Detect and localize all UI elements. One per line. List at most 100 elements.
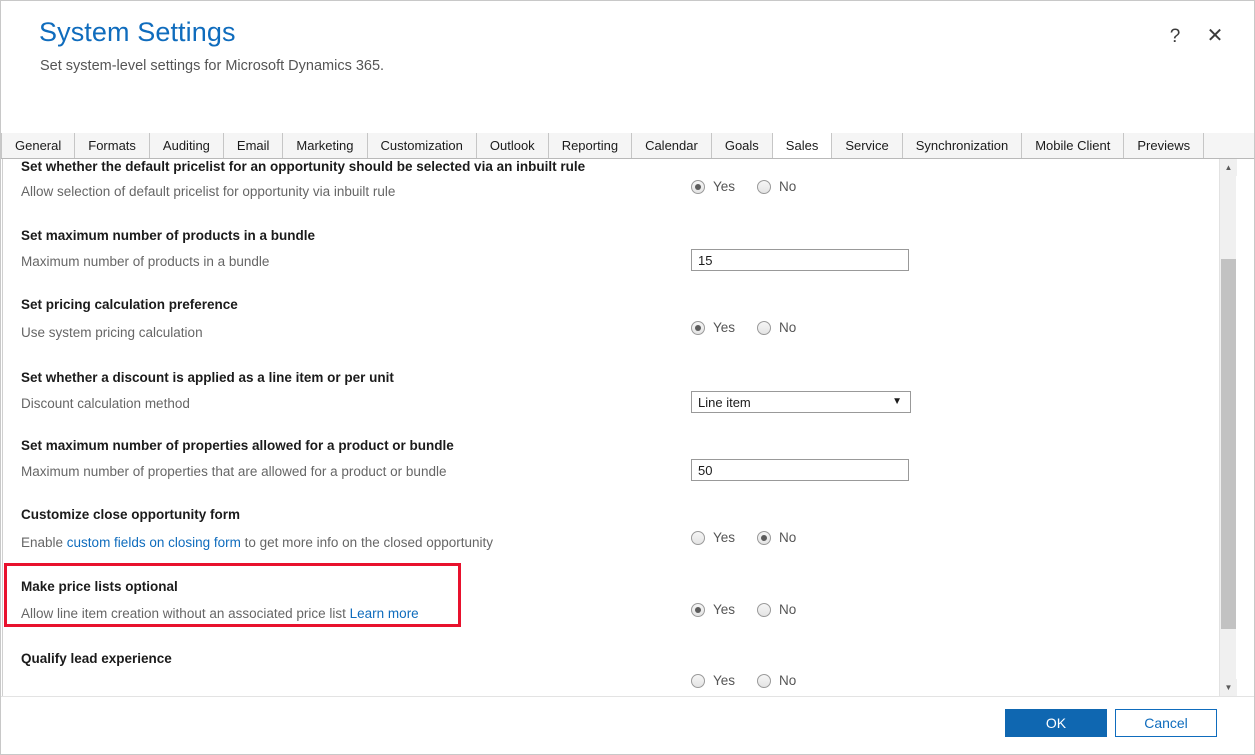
radio-group: Yes No	[691, 602, 796, 617]
number-input[interactable]	[691, 249, 909, 271]
setting-heading: Set maximum number of properties allowed…	[21, 438, 454, 453]
dropdown-selected-value: Line item	[698, 394, 751, 410]
help-icon[interactable]: ?	[1164, 25, 1186, 47]
cancel-button[interactable]: Cancel	[1115, 709, 1217, 737]
radio-label: Yes	[713, 673, 736, 688]
radio-label: Yes	[713, 602, 736, 617]
setting-row: Qualify lead experience Yes No	[3, 159, 1217, 688]
scrollbar-thumb[interactable]	[1221, 259, 1236, 629]
page-subtitle: Set system-level settings for Microsoft …	[40, 58, 385, 74]
radio-option-yes[interactable]: Yes	[691, 673, 735, 688]
tab-outlook[interactable]: Outlook	[476, 133, 549, 158]
radio-label: Yes	[713, 530, 736, 545]
radio-option-no[interactable]: No	[757, 602, 796, 617]
setting-control: Yes No	[691, 320, 796, 335]
radio-yes-icon[interactable]	[691, 602, 705, 617]
radio-yes-icon[interactable]	[691, 320, 705, 335]
setting-description: Enable custom fields on closing form to …	[21, 535, 493, 550]
setting-control: Yes No	[691, 530, 796, 545]
radio-label: No	[779, 673, 797, 688]
setting-control: Yes No	[691, 673, 796, 688]
tab-synchronization[interactable]: Synchronization	[902, 133, 1023, 158]
radio-label: No	[779, 530, 797, 545]
description-text-after: to get more info on the closed opportuni…	[240, 535, 494, 550]
tab-email[interactable]: Email	[223, 133, 284, 158]
setting-control	[691, 459, 909, 481]
page-title: System Settings	[39, 17, 236, 47]
tab-auditing[interactable]: Auditing	[149, 133, 224, 158]
setting-control: Yes No	[691, 602, 796, 617]
dropdown-select[interactable]: Line item ▼	[691, 391, 911, 413]
tab-label: Goals	[724, 138, 759, 153]
chevron-down-icon[interactable]: ▼	[892, 397, 902, 407]
tab-label: Email	[236, 138, 270, 153]
radio-option-no[interactable]: No	[757, 320, 796, 335]
radio-label: No	[779, 320, 797, 335]
description-link[interactable]: custom fields on closing form	[67, 535, 241, 550]
tab-goals[interactable]: Goals	[711, 133, 773, 158]
radio-option-yes[interactable]: Yes	[691, 530, 735, 545]
setting-heading: Qualify lead experience	[21, 651, 172, 666]
setting-control	[691, 249, 909, 271]
radio-option-no[interactable]: No	[757, 673, 796, 688]
radio-no-icon[interactable]	[757, 602, 772, 617]
tab-general[interactable]: General	[1, 133, 76, 158]
scroll-down-arrow-icon[interactable]: ▼	[1220, 679, 1237, 696]
settings-scroll-viewport: Set whether the default pricelist for an…	[3, 159, 1217, 696]
tab-label: Formats	[88, 138, 136, 153]
tab-calendar[interactable]: Calendar	[632, 133, 712, 158]
tab-label: Service	[845, 138, 889, 153]
settings-content-panel: Set whether the default pricelist for an…	[2, 159, 1237, 696]
radio-no-icon[interactable]	[757, 673, 772, 688]
radio-no-icon[interactable]	[757, 320, 772, 335]
tab-label: Mobile Client	[1035, 138, 1111, 153]
scroll-up-arrow-icon[interactable]: ▲	[1220, 159, 1237, 176]
tab-label: Marketing	[296, 138, 354, 153]
tab-label: Previews	[1137, 138, 1191, 153]
radio-yes-icon[interactable]	[691, 673, 705, 688]
radio-yes-icon[interactable]	[691, 530, 705, 545]
number-input[interactable]	[691, 459, 909, 481]
dialog-footer: OK Cancel	[1, 696, 1254, 754]
content-scrollbar[interactable]: ▲ ▼	[1219, 159, 1237, 696]
tab-label: Reporting	[561, 138, 619, 153]
radio-no-icon[interactable]	[757, 530, 772, 545]
tab-label: General	[15, 138, 62, 153]
system-settings-dialog: System Settings Set system-level setting…	[0, 0, 1255, 755]
tab-label: Calendar	[645, 138, 698, 153]
radio-option-yes[interactable]: Yes	[691, 320, 735, 335]
tab-mobile-client[interactable]: Mobile Client	[1022, 133, 1125, 158]
tab-label: Customization	[380, 138, 463, 153]
setting-heading: Set maximum number of products in a bund…	[21, 228, 316, 243]
tab-marketing[interactable]: Marketing	[283, 133, 368, 158]
description-text-before: Enable	[21, 535, 67, 550]
tab-label: Outlook	[489, 138, 535, 153]
description-link[interactable]: Learn more	[350, 606, 419, 621]
tab-label: Sales	[785, 138, 819, 153]
description-text-before: Allow line item creation without an asso…	[21, 606, 350, 621]
setting-heading: Set whether a discount is applied as a l…	[21, 370, 394, 385]
tab-formats[interactable]: Formats	[75, 133, 150, 158]
setting-description: Allow line item creation without an asso…	[21, 606, 419, 621]
tab-sales[interactable]: Sales	[772, 133, 833, 158]
tab-label: Auditing	[162, 138, 210, 153]
tab-previews[interactable]: Previews	[1124, 133, 1205, 158]
radio-label: Yes	[713, 320, 736, 335]
setting-description: Discount calculation method	[21, 396, 190, 411]
tab-reporting[interactable]: Reporting	[548, 133, 633, 158]
setting-description: Maximum number of products in a bundle	[21, 254, 270, 269]
settings-tabstrip: General Formats Auditing Email Marketing Cust…	[1, 133, 1254, 159]
setting-heading: Set pricing calculation preference	[21, 297, 238, 312]
tab-service[interactable]: Service	[832, 133, 903, 158]
radio-label: No	[779, 602, 797, 617]
radio-option-yes[interactable]: Yes	[691, 602, 735, 617]
close-icon[interactable]: ✕	[1204, 25, 1226, 47]
ok-button[interactable]: OK	[1005, 709, 1107, 737]
radio-option-no[interactable]: No	[757, 530, 796, 545]
radio-group: Yes No	[691, 320, 796, 335]
setting-description: Use system pricing calculation	[21, 325, 203, 340]
setting-heading: Customize close opportunity form	[21, 507, 241, 522]
radio-group: Yes No	[691, 673, 796, 688]
dialog-header: System Settings Set system-level setting…	[1, 1, 1254, 133]
tab-customization[interactable]: Customization	[367, 133, 477, 158]
